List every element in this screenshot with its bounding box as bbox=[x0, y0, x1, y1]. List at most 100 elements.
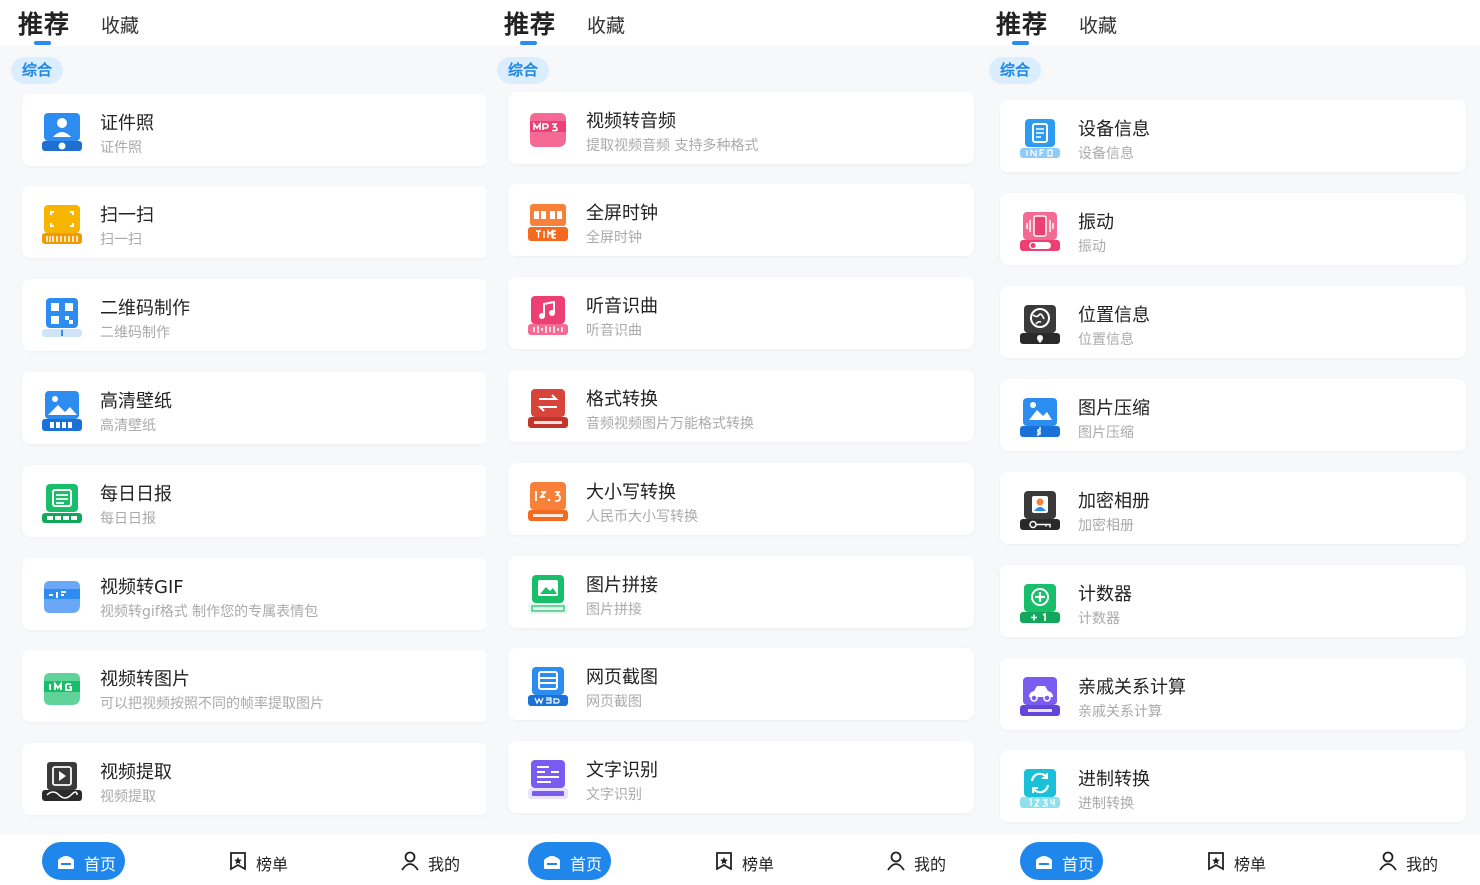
tool-subtitle: 计数器 bbox=[1078, 611, 1120, 627]
tab-active-indicator bbox=[1012, 41, 1029, 45]
tool-title: 高清壁纸 bbox=[100, 391, 172, 412]
location-icon bbox=[1020, 305, 1060, 344]
tool-card-format-convert[interactable]: 格式转换 音频视频图片万能格式转换 bbox=[508, 370, 974, 442]
web-screenshot-icon bbox=[528, 667, 568, 706]
relative-calc-icon bbox=[1020, 677, 1060, 716]
encrypted-album-icon bbox=[1020, 491, 1060, 530]
nav-mine-label: 我的 bbox=[914, 855, 947, 874]
bottom-nav-bar: 首页 榜单 我的 bbox=[486, 834, 978, 885]
nav-mine-label: 我的 bbox=[428, 855, 461, 874]
tool-card-scan[interactable]: 扫一扫 扫一扫 bbox=[22, 186, 488, 258]
counter-icon bbox=[1020, 584, 1060, 623]
tab-recommend[interactable]: 推荐 bbox=[996, 5, 1048, 41]
tool-card-video-extract[interactable]: 视频提取 视频提取 bbox=[22, 743, 488, 815]
tab-recommend[interactable]: 推荐 bbox=[504, 5, 556, 41]
tool-title: 大小写转换 bbox=[586, 482, 676, 503]
vibration-icon bbox=[1020, 212, 1060, 251]
nav-home-label: 首页 bbox=[84, 855, 117, 874]
tab-favorites[interactable]: 收藏 bbox=[587, 11, 625, 38]
tool-subtitle: 图片拼接 bbox=[586, 602, 642, 618]
tab-active-indicator bbox=[520, 41, 537, 45]
tool-card-location-info[interactable]: 位置信息 位置信息 bbox=[1000, 286, 1466, 358]
tool-subtitle: 网页截图 bbox=[586, 694, 642, 710]
tool-subtitle: 设备信息 bbox=[1078, 146, 1134, 162]
top-tab-bar: 推荐 收藏 bbox=[0, 0, 492, 46]
home-icon bbox=[1036, 856, 1052, 869]
tool-card-id-photo[interactable]: 证件照 证件照 bbox=[22, 94, 488, 166]
tool-title: 文字识别 bbox=[586, 760, 658, 781]
tool-subtitle: 进制转换 bbox=[1078, 796, 1134, 812]
tool-card-music-recognition[interactable]: 听音识曲 听音识曲 bbox=[508, 277, 974, 349]
tool-card-web-screenshot[interactable]: 网页截图 网页截图 bbox=[508, 648, 974, 720]
tool-subtitle: 图片压缩 bbox=[1078, 425, 1134, 441]
image-compress-icon bbox=[1020, 398, 1060, 437]
tool-card-daily-news[interactable]: 每日日报 每日日报 bbox=[22, 465, 488, 537]
tool-card-qr-code[interactable]: 二维码制作 二维码制作 bbox=[22, 279, 488, 351]
tool-subtitle: 听音识曲 bbox=[586, 323, 642, 339]
tool-card-wallpaper[interactable]: 高清壁纸 高清壁纸 bbox=[22, 372, 488, 444]
tool-card-picture-stitch[interactable]: 图片拼接 图片拼接 bbox=[508, 556, 974, 628]
gif-icon bbox=[44, 581, 80, 613]
nav-home-button[interactable]: 首页 bbox=[528, 842, 611, 880]
nav-home-button[interactable]: 首页 bbox=[42, 842, 125, 880]
nav-home-label: 首页 bbox=[1062, 855, 1095, 874]
bottom-nav-bar: 首页 榜单 我的 bbox=[978, 834, 1480, 885]
text-ocr-icon bbox=[528, 760, 568, 799]
case-convert-icon bbox=[528, 482, 568, 521]
tool-subtitle: 视频转gif格式 制作您的专属表情包 bbox=[100, 604, 319, 620]
tool-title: 二维码制作 bbox=[100, 298, 190, 319]
nav-home-button[interactable]: 首页 bbox=[1020, 842, 1103, 880]
tool-subtitle: 视频提取 bbox=[100, 789, 156, 805]
tool-subtitle: 加密相册 bbox=[1078, 518, 1134, 534]
tab-recommend[interactable]: 推荐 bbox=[18, 5, 70, 41]
tool-subtitle: 全屏时钟 bbox=[586, 230, 642, 246]
id-photo-icon bbox=[42, 113, 82, 151]
clock-time-icon bbox=[528, 204, 568, 241]
tool-subtitle: 音频视频图片万能格式转换 bbox=[586, 416, 754, 432]
scan-icon bbox=[42, 205, 82, 244]
tab-favorites[interactable]: 收藏 bbox=[1079, 11, 1117, 38]
tool-title: 计数器 bbox=[1078, 584, 1132, 605]
tool-subtitle: 高清壁纸 bbox=[100, 418, 156, 434]
tool-card-device-info[interactable]: 设备信息 设备信息 bbox=[1000, 100, 1466, 172]
tool-title: 视频提取 bbox=[100, 762, 172, 783]
category-chip-general[interactable]: 综合 bbox=[11, 57, 64, 84]
tool-title: 视频转音频 bbox=[586, 111, 676, 132]
phone-panel-1: 推荐 收藏 综合 证件照 证件照 扫一扫 扫一扫 二维码制作 二维码制作 高清壁… bbox=[0, 0, 492, 885]
tool-card-case-convert[interactable]: 大小写转换 人民币大小写转换 bbox=[508, 463, 974, 535]
tool-card-fullscreen-clock[interactable]: 全屏时钟 全屏时钟 bbox=[508, 184, 974, 256]
tab-favorites[interactable]: 收藏 bbox=[101, 11, 139, 38]
tool-subtitle: 每日日报 bbox=[100, 511, 156, 527]
nav-home-label: 首页 bbox=[570, 855, 603, 874]
device-info-icon bbox=[1020, 119, 1060, 158]
tool-title: 证件照 bbox=[100, 113, 154, 134]
tool-card-counter[interactable]: 计数器 计数器 bbox=[1000, 565, 1466, 637]
tool-title: 扫一扫 bbox=[100, 205, 154, 226]
tool-title: 图片压缩 bbox=[1078, 398, 1150, 419]
tool-card-relative-calculator[interactable]: 亲戚关系计算 亲戚关系计算 bbox=[1000, 658, 1466, 730]
tool-card-encrypted-album[interactable]: 加密相册 加密相册 bbox=[1000, 472, 1466, 544]
top-tab-bar: 推荐 收藏 bbox=[978, 0, 1480, 46]
category-chip-general[interactable]: 综合 bbox=[497, 57, 550, 84]
tool-card-image-compress[interactable]: 图片压缩 图片压缩 bbox=[1000, 379, 1466, 451]
music-recognize-icon bbox=[528, 296, 568, 335]
nav-rank-label: 榜单 bbox=[1234, 855, 1267, 874]
tool-subtitle: 振动 bbox=[1078, 239, 1106, 255]
tool-card-base-convert[interactable]: 进制转换 进制转换 bbox=[1000, 750, 1466, 822]
ranking-bookmark-icon bbox=[1208, 852, 1224, 871]
tool-card-video-to-gif[interactable]: 视频转GIF 视频转gif格式 制作您的专属表情包 bbox=[22, 558, 488, 630]
tool-title: 视频转图片 bbox=[100, 669, 190, 690]
tool-card-video-to-image[interactable]: 视频转图片 可以把视频按照不同的帧率提取图片 bbox=[22, 650, 488, 722]
jpeg-wallpaper-icon bbox=[42, 391, 82, 431]
tool-card-video-to-audio[interactable]: 视频转音频 提取视频音频 支持多种格式 bbox=[508, 92, 974, 164]
tool-card-vibration[interactable]: 振动 振动 bbox=[1000, 193, 1466, 265]
tool-title: 听音识曲 bbox=[586, 296, 658, 317]
news-icon bbox=[42, 484, 82, 523]
tool-title: 振动 bbox=[1078, 212, 1114, 233]
tool-title: 全屏时钟 bbox=[586, 203, 658, 224]
tool-card-text-recognition[interactable]: 文字识别 文字识别 bbox=[508, 741, 974, 813]
tool-subtitle: 亲戚关系计算 bbox=[1078, 704, 1162, 720]
base-convert-icon bbox=[1020, 769, 1060, 808]
home-icon bbox=[58, 856, 74, 869]
category-chip-general[interactable]: 综合 bbox=[989, 57, 1042, 84]
